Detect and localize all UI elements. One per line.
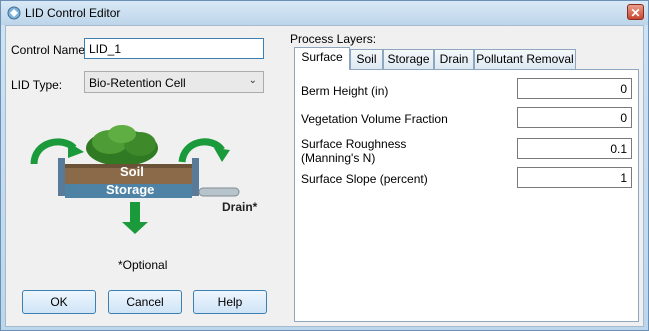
control-name-input[interactable] [84, 38, 264, 59]
optional-label: *Optional [118, 258, 168, 272]
cancel-button[interactable]: Cancel [108, 290, 182, 314]
tab-storage[interactable]: Storage [383, 49, 434, 69]
window-title: LID Control Editor [25, 6, 121, 20]
chevron-down-icon: ⌄ [248, 75, 257, 86]
app-icon [7, 6, 21, 20]
berm-height-input[interactable] [517, 78, 632, 99]
lid-diagram: Soil Storage Drain* *Optional [22, 122, 292, 272]
vegetation-volume-input[interactable] [517, 107, 632, 128]
title-bar: LID Control Editor ✕ [1, 1, 648, 25]
exfiltration-arrow-icon [130, 202, 140, 224]
lid-diagram-graphic [30, 125, 240, 234]
overflow-arrow-icon [178, 138, 225, 163]
control-name-label: Control Name: [11, 43, 89, 57]
tab-soil[interactable]: Soil [350, 49, 383, 69]
mannings-n-label: (Manning's N) [301, 151, 376, 165]
lid-type-select[interactable]: Bio-Retention Cell ⌄ [84, 71, 264, 93]
tab-pollutant-removal[interactable]: Pollutant Removal [474, 49, 576, 69]
surface-roughness-label: Surface Roughness [301, 137, 407, 151]
lid-type-value: Bio-Retention Cell [89, 76, 186, 90]
vegetation-volume-label: Vegetation Volume Fraction [301, 112, 448, 126]
help-button[interactable]: Help [193, 290, 267, 314]
surface-roughness-input[interactable] [517, 138, 632, 159]
drain-label: Drain* [222, 200, 258, 214]
process-layers-heading: Process Layers: [290, 32, 377, 46]
surface-slope-input[interactable] [517, 167, 632, 188]
ok-button[interactable]: OK [22, 290, 96, 314]
surface-slope-label: Surface Slope (percent) [301, 172, 428, 186]
surface-tab-panel: Berm Height (in) Vegetation Volume Fract… [294, 69, 639, 322]
dialog-body: Control Name: LID Type: Bio-Retention Ce… [5, 25, 644, 327]
tab-drain[interactable]: Drain [434, 49, 474, 69]
berm-height-label: Berm Height (in) [301, 84, 389, 98]
lid-type-label: LID Type: [11, 78, 63, 92]
tab-surface[interactable]: Surface [294, 47, 350, 70]
soil-label: Soil [120, 164, 144, 179]
close-button[interactable]: ✕ [627, 4, 644, 20]
lid-control-editor-window: LID Control Editor ✕ Control Name: LID T… [0, 0, 649, 331]
storage-label: Storage [106, 182, 155, 197]
